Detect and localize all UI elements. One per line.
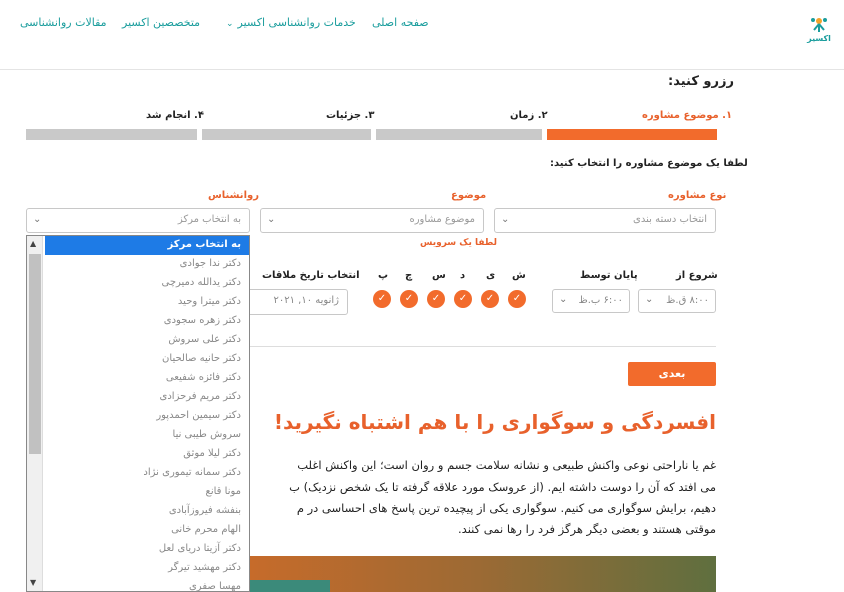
nav-home[interactable]: صفحه اصلی: [372, 16, 429, 29]
dropdown-option[interactable]: دکتر سیمین احمدپور: [45, 407, 249, 426]
divider: [240, 346, 716, 347]
day-checkbox-mon[interactable]: ✓: [454, 290, 472, 308]
step-1-bar: [547, 129, 717, 140]
step-4-bar: [26, 129, 197, 140]
header: اکسیر صفحه اصلی ⌄ خدمات روانشناسی اکسیر م…: [0, 0, 844, 70]
day-label-mon: د: [460, 270, 466, 281]
nav-services-label: خدمات روانشناسی اکسیر: [237, 16, 356, 29]
dropdown-option[interactable]: به انتخاب مرکز: [45, 236, 249, 255]
dropdown-option[interactable]: دکتر ندا جوادی: [45, 255, 249, 274]
scroll-up-icon[interactable]: ▲: [30, 239, 36, 248]
topic-error: لطفا یک سرویس: [420, 238, 498, 248]
article-hero-overlay: [250, 580, 330, 592]
logo-text: اکسیر: [807, 34, 831, 43]
step-4-label: ۴. انجام شد: [146, 110, 204, 121]
step-3-label: ۳. جزئیات: [326, 110, 375, 121]
step-2-bar: [376, 129, 542, 140]
scroll-thumb[interactable]: [29, 254, 41, 454]
nav-articles[interactable]: مقالات روانشناسی: [20, 16, 107, 29]
dropdown-option[interactable]: دکتر مهشید تیرگر: [45, 559, 249, 578]
psychologist-dropdown-list[interactable]: ▲ ▼ به انتخاب مرکز دکتر ندا جوادی دکتر ی…: [26, 235, 250, 592]
scroll-down-icon[interactable]: ▼: [30, 578, 36, 587]
chevron-down-icon: ⌄: [559, 294, 568, 305]
dropdown-option[interactable]: مونا قانع: [45, 483, 249, 502]
step-1-label: ۱. موضوع مشاوره: [642, 110, 733, 121]
day-label-sat: ش: [512, 270, 526, 281]
psychologist-placeholder: به انتخاب مرکز: [177, 214, 241, 225]
category-label: نوع مشاوره: [668, 190, 727, 201]
end-time-label: پایان توسط: [580, 270, 638, 281]
day-label-thu: پ: [378, 270, 389, 281]
dropdown-option[interactable]: سروش طیبی نیا: [45, 426, 249, 445]
topic-select[interactable]: موضوع مشاوره ⌄: [260, 208, 484, 233]
chevron-down-icon: ⌄: [501, 214, 510, 225]
nav-experts[interactable]: متخصصین اکسیر: [122, 16, 200, 29]
day-checkbox-sun[interactable]: ✓: [481, 290, 499, 308]
start-time-label: شروع از: [676, 270, 718, 281]
chevron-down-icon: ⌄: [226, 19, 234, 29]
chevron-down-icon: ⌄: [267, 214, 276, 225]
category-select[interactable]: انتخاب دسته بندی ⌄: [494, 208, 716, 233]
dropdown-option[interactable]: دکتر زهره سجودی: [45, 312, 249, 331]
day-checkbox-thu[interactable]: ✓: [373, 290, 391, 308]
topic-placeholder: موضوع مشاوره: [409, 214, 475, 225]
chevron-down-icon: ⌄: [33, 214, 42, 225]
day-label-wed: چ: [405, 270, 413, 281]
day-checkbox-tue[interactable]: ✓: [427, 290, 445, 308]
end-time-select[interactable]: ۶:۰۰ ب.ظ ⌄: [552, 289, 630, 313]
step-3-bar: [202, 129, 371, 140]
date-input[interactable]: ژانویه ۱۰, ۲۰۲۱: [240, 289, 348, 315]
chevron-down-icon: ⌄: [645, 294, 654, 305]
nav-services[interactable]: ⌄ خدمات روانشناسی اکسیر: [226, 16, 356, 29]
start-time-select[interactable]: ۸:۰۰ ق.ظ ⌄: [638, 289, 716, 313]
step-2-label: ۲. زمان: [510, 110, 548, 121]
dropdown-option[interactable]: دکتر لیلا موثق: [45, 445, 249, 464]
article-title: افسردگی و سوگواری را با هم اشتباه نگیرید…: [273, 410, 716, 434]
site-logo[interactable]: اکسیر: [804, 14, 834, 48]
dropdown-option[interactable]: دکتر حانیه صالحیان: [45, 350, 249, 369]
dropdown-option[interactable]: مهسا صفری: [45, 578, 249, 591]
category-placeholder: انتخاب دسته بندی: [633, 214, 707, 225]
end-time-value: ۶:۰۰ ب.ظ: [578, 295, 623, 306]
next-button[interactable]: بعدی: [628, 362, 716, 386]
dropdown-option[interactable]: دکتر میترا وحید: [45, 293, 249, 312]
article-line-2: می افتد که آن را دوست داشته ایم. (از عرو…: [289, 480, 716, 494]
dropdown-option[interactable]: دکتر یدالله دمیرچی: [45, 274, 249, 293]
day-label-sun: ی: [486, 270, 496, 281]
article-line-3: دهیم، برایش سوگواری می کنیم. سوگواری یکی…: [296, 501, 716, 515]
day-checkbox-sat[interactable]: ✓: [508, 290, 526, 308]
page-title: رزرو کنید:: [668, 74, 734, 89]
article-line-1: غم یا ناراحتی نوعی واکنش طبیعی و نشانه س…: [297, 458, 716, 472]
start-time-value: ۸:۰۰ ق.ظ: [666, 295, 709, 306]
dropdown-option[interactable]: دکتر مریم فرحزادی: [45, 388, 249, 407]
dropdown-option[interactable]: دکتر فائزه شفیعی: [45, 369, 249, 388]
psychologist-label: روانشناس: [208, 190, 259, 201]
article-line-4: موقتی هستند و بعضی دیگر هرگز فرد را رها …: [458, 522, 716, 536]
dropdown-scrollbar[interactable]: ▲ ▼: [27, 236, 43, 591]
dropdown-option[interactable]: دکتر علی سروش: [45, 331, 249, 350]
topic-label: موضوع: [451, 190, 487, 201]
date-label: انتخاب تاریخ ملاقات: [262, 270, 360, 281]
psychologist-select[interactable]: به انتخاب مرکز ⌄: [26, 208, 250, 233]
dropdown-option[interactable]: الهام محرم خانی: [45, 521, 249, 540]
dropdown-option[interactable]: بنفشه فیروزآبادی: [45, 502, 249, 521]
dropdown-option[interactable]: دکتر آزیتا دریای لعل: [45, 540, 249, 559]
day-checkbox-wed[interactable]: ✓: [400, 290, 418, 308]
dropdown-option[interactable]: دکتر سمانه تیموری نژاد: [45, 464, 249, 483]
instruction-text: لطفا یک موضوع مشاوره را انتخاب کنید:: [550, 158, 748, 169]
day-label-tue: س: [432, 270, 446, 281]
